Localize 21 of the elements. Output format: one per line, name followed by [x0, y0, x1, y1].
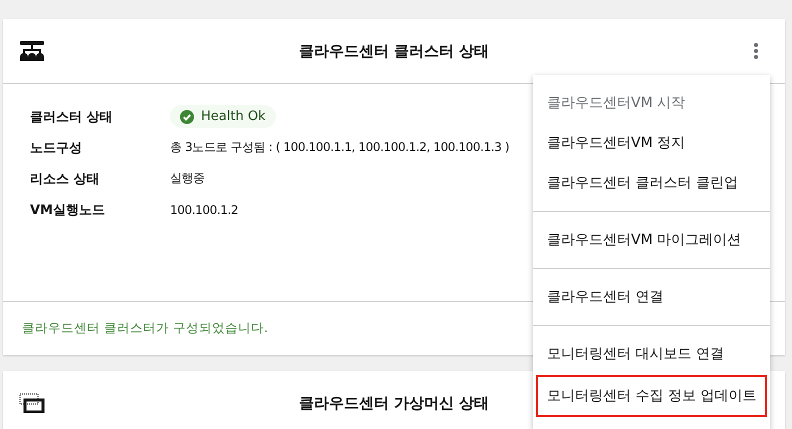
menu-item[interactable]: 클라우드센터 클러스터 클린업 [533, 163, 770, 203]
more-options-icon[interactable] [754, 43, 758, 59]
menu-item[interactable]: 클라우드센터VM 정지 [533, 123, 770, 163]
field-label: 클러스터 상태 [30, 108, 114, 126]
card-title: 클라우드센터 클러스터 상태 [298, 42, 490, 60]
check-circle-icon [180, 110, 194, 124]
status-badge: Health Ok [170, 105, 276, 128]
menu-item[interactable]: 클라우드센터VM 마이그레이션 [533, 220, 770, 260]
card-title: 클라우드센터 가상머신 상태 [298, 394, 490, 412]
field-value: 100.100.1.2 [170, 202, 240, 216]
network-icon [19, 41, 45, 61]
menu-item[interactable]: 모니터링센터 대시보드 연결 [533, 334, 770, 374]
menu-item[interactable]: 모니터링센터 수집 정보 업데이트 [535, 374, 768, 418]
status-message: 클라우드센터 클러스터가 구성되었습니다. [22, 320, 268, 337]
menu-item[interactable]: 클라우드센터 연결 [533, 277, 770, 317]
field-label: 노드구성 [30, 140, 83, 156]
field-value: 총 3노드로 구성됨 : ( 100.100.1.1, 100.100.1.2, 100.100.1.3 ) [170, 139, 510, 156]
screen-icon [19, 393, 45, 413]
field-value: 실행중 [170, 170, 206, 187]
field-label: 리소스 상태 [30, 170, 101, 188]
field-label: VM실행노드 [30, 202, 106, 218]
